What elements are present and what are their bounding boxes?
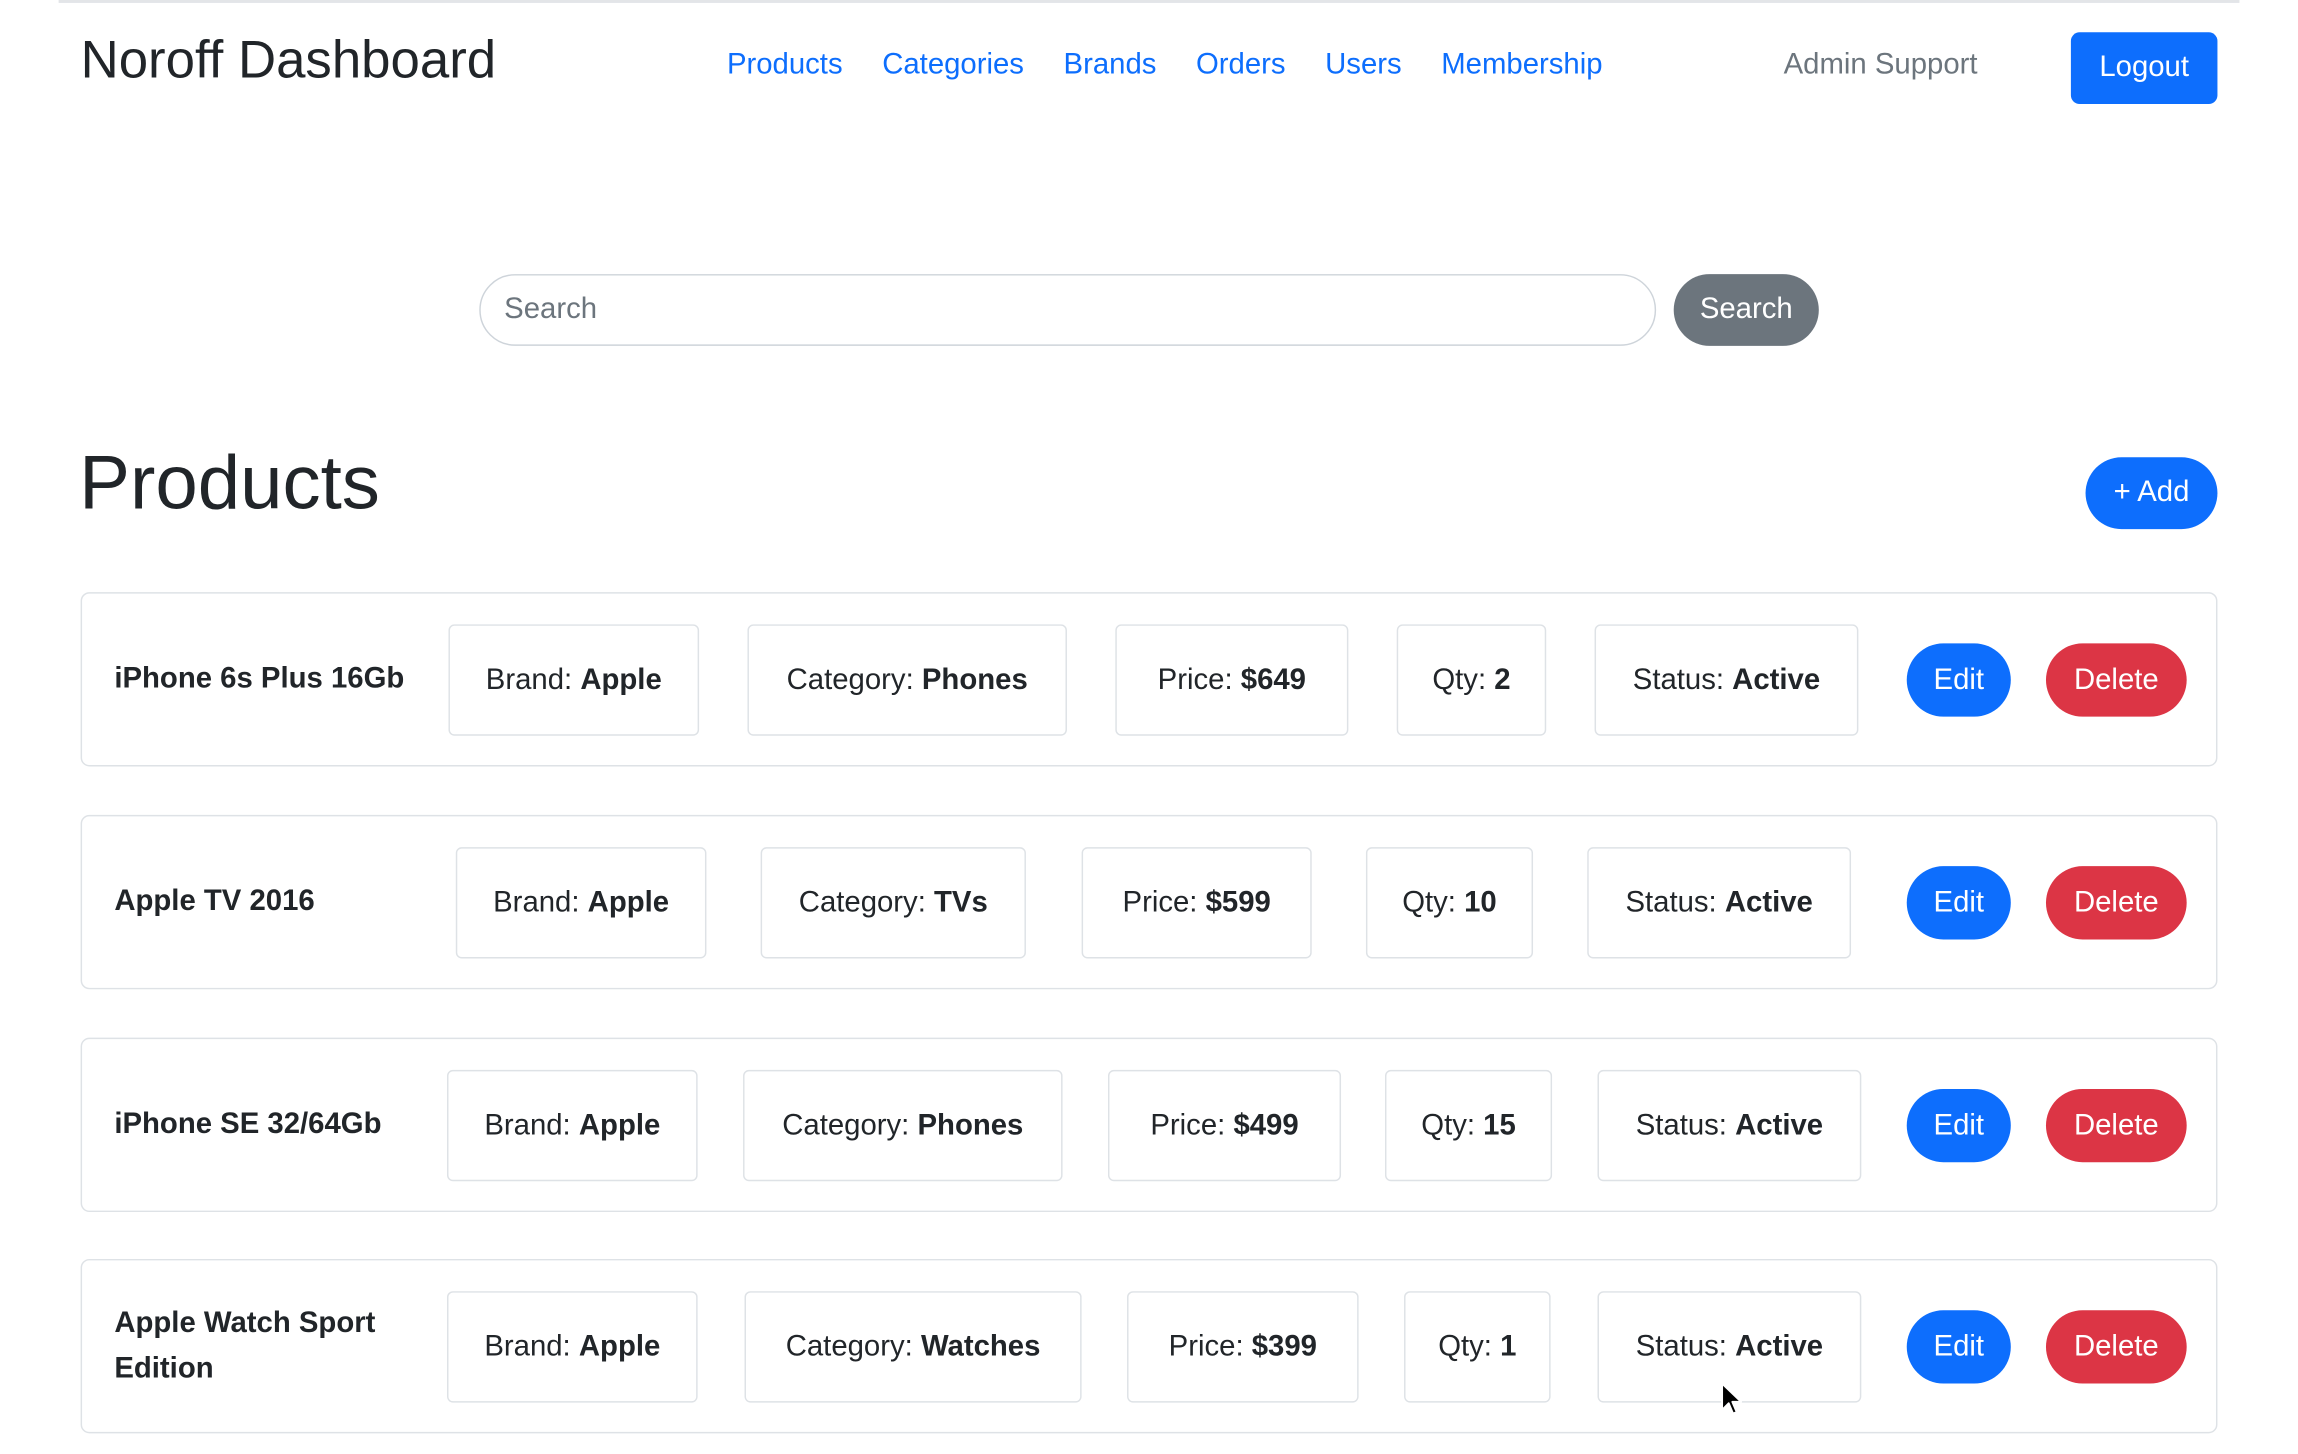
edit-button[interactable]: Edit (1906, 866, 2011, 940)
qty-pill: Qty: 1 (1404, 1291, 1551, 1403)
edit-button[interactable]: Edit (1906, 1310, 2011, 1384)
search-button[interactable]: Search (1673, 274, 1819, 346)
admin-support-text: Admin Support (1783, 48, 1978, 81)
product-card: Apple TV 2016 Brand: Apple Category: TVs… (80, 814, 2218, 990)
product-card: iPhone 6s Plus 16Gb Brand: Apple Categor… (80, 592, 2218, 767)
nav-brands[interactable]: Brands (1064, 48, 1157, 82)
brand-pill: Brand: Apple (448, 624, 700, 736)
product-name: iPhone 6s Plus 16Gb (114, 662, 405, 695)
brand-pill: Brand: Apple (447, 1291, 698, 1403)
page-title: Products (79, 441, 380, 527)
main-nav: Products Categories Brands Orders Users … (727, 48, 1603, 82)
price-pill: Price: $599 (1081, 847, 1312, 959)
edit-button[interactable]: Edit (1906, 643, 2011, 717)
product-name: Apple Watch Sport Edition (114, 1306, 376, 1385)
category-pill: Category: Phones (747, 624, 1067, 736)
nav-categories[interactable]: Categories (882, 48, 1024, 82)
brand-pill: Brand: Apple (447, 1069, 698, 1182)
top-divider (58, 0, 2240, 3)
price-pill: Price: $399 (1127, 1291, 1359, 1403)
category-pill: Category: TVs (760, 847, 1026, 959)
product-name: Apple TV 2016 (114, 885, 315, 918)
brand-title[interactable]: Noroff Dashboard (81, 29, 496, 91)
qty-pill: Qty: 15 (1384, 1069, 1553, 1182)
mouse-cursor-icon (1721, 1382, 1743, 1415)
status-pill: Status: Active (1587, 847, 1852, 959)
dashboard-page: Noroff Dashboard Products Categories Bra… (0, 0, 2298, 1451)
search-input[interactable] (479, 274, 1657, 346)
category-pill: Category: Phones (743, 1069, 1063, 1182)
qty-pill: Qty: 10 (1365, 847, 1534, 959)
price-pill: Price: $499 (1107, 1069, 1342, 1182)
add-product-button[interactable]: + Add (2085, 457, 2218, 530)
category-pill: Category: Watches (744, 1291, 1082, 1403)
product-card: iPhone SE 32/64Gb Brand: Apple Category:… (80, 1037, 2218, 1213)
status-pill: Status: Active (1597, 1069, 1862, 1182)
qty-pill: Qty: 2 (1396, 624, 1547, 736)
delete-button[interactable]: Delete (2045, 643, 2187, 717)
nav-orders[interactable]: Orders (1196, 48, 1286, 82)
product-card: Apple Watch Sport Edition Brand: Apple C… (80, 1258, 2218, 1434)
product-name: iPhone SE 32/64Gb (114, 1107, 382, 1141)
price-pill: Price: $649 (1115, 624, 1349, 736)
nav-users[interactable]: Users (1325, 48, 1402, 82)
edit-button[interactable]: Edit (1906, 1088, 2011, 1163)
brand-pill: Brand: Apple (455, 847, 707, 959)
delete-button[interactable]: Delete (2045, 1088, 2187, 1163)
logout-button[interactable]: Logout (2070, 32, 2218, 105)
nav-products[interactable]: Products (727, 48, 843, 82)
status-pill: Status: Active (1594, 624, 1859, 736)
delete-button[interactable]: Delete (2045, 1310, 2187, 1384)
delete-button[interactable]: Delete (2045, 866, 2187, 940)
nav-membership[interactable]: Membership (1441, 48, 1602, 82)
